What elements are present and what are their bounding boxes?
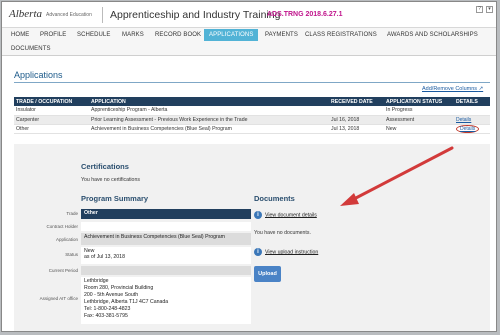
column-header-status[interactable]: APPLICATION STATUS bbox=[384, 97, 454, 106]
app-header: Alberta Advanced Education Apprenticeshi… bbox=[2, 2, 496, 28]
nav-applications[interactable]: APPLICATIONS bbox=[204, 29, 259, 41]
upload-button[interactable]: Upload bbox=[254, 266, 281, 282]
office-line: Fax: 403-381-5795 bbox=[84, 313, 128, 319]
nav-record-book[interactable]: RECORD BOOK bbox=[155, 32, 201, 38]
alberta-logo: Alberta bbox=[9, 8, 42, 20]
nav-home[interactable]: HOME bbox=[11, 32, 29, 38]
office-line: Room 280, Provincial Building bbox=[84, 285, 154, 291]
annotation-circle: Details bbox=[456, 124, 480, 133]
add-remove-columns-label: Add/Remove Columns bbox=[422, 86, 478, 92]
assigned-office-value: Lethbridge Room 280, Provincial Building… bbox=[81, 277, 251, 324]
cell-application: Prior Learning Assessment - Previous Wor… bbox=[89, 115, 329, 125]
program-summary-title: Program Summary bbox=[81, 194, 149, 203]
details-link[interactable]: Details bbox=[460, 126, 475, 132]
contract-holder-label: Contract Holder bbox=[46, 224, 78, 229]
contract-holder-value bbox=[81, 222, 251, 231]
cell-details: Details bbox=[454, 115, 490, 125]
user-menu-icon[interactable]: ▾ bbox=[486, 6, 493, 13]
nav-documents[interactable]: DOCUMENTS bbox=[11, 46, 51, 52]
nav-class-registrations[interactable]: CLASS REGISTRATIONS bbox=[305, 32, 377, 38]
cell-status: New bbox=[384, 124, 454, 134]
browser-frame: Alberta Advanced Education Apprenticeshi… bbox=[1, 1, 497, 332]
column-header-trade[interactable]: TRADE / OCCUPATION bbox=[14, 97, 89, 106]
cell-trade: Insulator bbox=[14, 106, 89, 116]
cell-status: In Progress bbox=[384, 106, 454, 116]
cell-received bbox=[329, 106, 384, 116]
current-period-label: Current Period bbox=[48, 268, 78, 273]
section-divider bbox=[14, 82, 490, 83]
nav-payments[interactable]: PAYMENTS bbox=[265, 32, 298, 38]
logo-subtitle: Advanced Education bbox=[46, 12, 92, 18]
external-link-icon: ↗ bbox=[478, 86, 484, 92]
table-header-row: TRADE / OCCUPATION APPLICATION RECEIVED … bbox=[14, 97, 490, 106]
table-row: Carpenter Prior Learning Assessment - Pr… bbox=[14, 115, 490, 125]
app-title: Apprenticeship and Industry Training bbox=[110, 9, 281, 21]
nav-profile[interactable]: PROFILE bbox=[40, 32, 66, 38]
current-period-value bbox=[81, 266, 251, 275]
certifications-text: You have no certifications bbox=[81, 177, 140, 183]
view-upload-instruction-label: View upload instruction bbox=[265, 249, 319, 256]
applications-title: Applications bbox=[14, 70, 63, 80]
nav-schedule[interactable]: SCHEDULE bbox=[77, 32, 110, 38]
help-icon[interactable]: ? bbox=[476, 6, 483, 13]
application-detail-panel: Certifications You have no certification… bbox=[14, 144, 490, 331]
header-separator bbox=[102, 7, 103, 23]
no-documents-text: You have no documents. bbox=[254, 230, 311, 236]
view-document-details-link[interactable]: i View document details bbox=[254, 211, 317, 219]
office-line: Tel: 1-800-248-4823 bbox=[84, 306, 131, 312]
status-date: as of Jul 13, 2018 bbox=[84, 254, 125, 260]
applications-table: TRADE / OCCUPATION APPLICATION RECEIVED … bbox=[14, 97, 490, 134]
status-label: Status bbox=[65, 252, 78, 257]
cell-application: Achievement in Business Competencies (Bl… bbox=[89, 124, 329, 134]
column-header-details[interactable]: DETAILS bbox=[454, 97, 490, 106]
status-value-box: New as of Jul 13, 2018 bbox=[81, 247, 251, 264]
table-row: Insulator Apprenticeship Program - Alber… bbox=[14, 106, 490, 116]
cell-received: Jul 13, 2018 bbox=[329, 124, 384, 134]
column-header-received-date[interactable]: RECEIVED DATE bbox=[329, 97, 384, 106]
application-label: Application bbox=[55, 237, 78, 242]
nav-marks[interactable]: MARKS bbox=[122, 32, 144, 38]
cell-details: Details bbox=[454, 124, 490, 134]
nav-awards-scholarships[interactable]: AWARDS AND SCHOLARSHIPS bbox=[387, 32, 478, 38]
application-value: Achievement in Business Competencies (Bl… bbox=[81, 233, 251, 245]
documents-title: Documents bbox=[254, 194, 295, 203]
info-icon: i bbox=[254, 248, 262, 256]
certifications-title: Certifications bbox=[81, 162, 129, 171]
office-line: Lethbridge bbox=[84, 278, 109, 284]
trade-value: Other bbox=[81, 209, 251, 219]
table-row: Other Achievement in Business Competenci… bbox=[14, 124, 490, 134]
office-line: Lethbridge, Alberta T1J 4C7 Canada bbox=[84, 299, 169, 305]
view-document-details-label: View document details bbox=[265, 212, 317, 219]
add-remove-columns-link[interactable]: Add/Remove Columns ↗ bbox=[422, 86, 483, 92]
environment-badge: ADS.TRNG 2018.6.27.1 bbox=[267, 11, 343, 18]
info-icon: i bbox=[254, 211, 262, 219]
cell-trade: Carpenter bbox=[14, 115, 89, 125]
cell-application: Apprenticeship Program - Alberta bbox=[89, 106, 329, 116]
cell-trade: Other bbox=[14, 124, 89, 134]
assigned-office-label: Assigned AIT office bbox=[39, 296, 78, 301]
cell-details bbox=[454, 106, 490, 116]
main-nav: HOME PROFILE SCHEDULE MARKS RECORD BOOK … bbox=[2, 28, 496, 56]
view-upload-instruction-link[interactable]: i View upload instruction bbox=[254, 248, 318, 256]
column-header-application[interactable]: APPLICATION bbox=[89, 97, 329, 106]
cell-received: Jul 16, 2018 bbox=[329, 115, 384, 125]
cell-status: Assessment bbox=[384, 115, 454, 125]
office-line: 200 - 5th Avenue South bbox=[84, 292, 139, 298]
trade-label: Trade bbox=[66, 211, 78, 216]
details-link[interactable]: Details bbox=[456, 117, 471, 123]
